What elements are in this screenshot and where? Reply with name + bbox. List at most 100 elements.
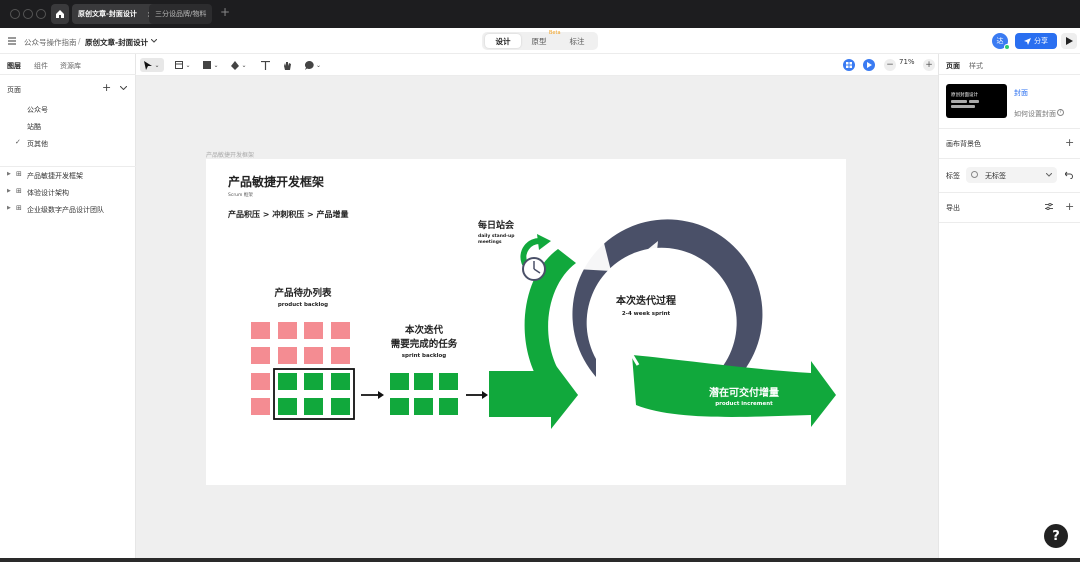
title-bar: 原创文章-封面设计 × 三分设品牌/物料 +: [0, 0, 1080, 28]
tab-assets[interactable]: 资源库: [60, 61, 81, 71]
tab-label: 原创文章-封面设计: [78, 10, 137, 18]
text-tool[interactable]: [258, 58, 272, 72]
chevron-down-icon[interactable]: [151, 39, 157, 43]
sprint-item: [390, 398, 409, 415]
divider: [939, 222, 1080, 223]
tag-label: 标签: [946, 172, 960, 180]
tag-select[interactable]: 无标签: [966, 167, 1057, 183]
left-panel: 图层 组件 资源库 页面 + 公众号 站酷 ✓ 页其他 ▶ ⊞ 产品敏捷开发框架…: [0, 54, 136, 562]
tab-prototype[interactable]: 原型: [524, 34, 554, 48]
divider: [939, 158, 1080, 159]
add-export-button[interactable]: +: [1065, 200, 1074, 213]
settings-sliders-icon[interactable]: [1045, 203, 1053, 210]
add-page-button[interactable]: +: [102, 81, 111, 94]
backlog-item-selected: [278, 373, 297, 390]
backlog-subtitle: product backlog: [278, 302, 328, 308]
tab-other-file[interactable]: 三分设品牌/物料: [149, 4, 213, 24]
cover-label[interactable]: 封面: [1014, 88, 1028, 98]
canvas[interactable]: 产品敏捷开发框架 产品敏捷开发框架 Scrum 框架 产品积压 > 冲刺积压 >…: [136, 76, 938, 562]
rectangle-icon: [203, 61, 212, 69]
sprint-item: [439, 373, 458, 390]
backlog-item: [278, 322, 297, 339]
expand-arrow-icon[interactable]: ▶: [7, 205, 11, 211]
zoom-level[interactable]: 71%: [899, 58, 915, 66]
window-minimize-button[interactable]: [23, 9, 33, 19]
play-icon: [867, 62, 872, 68]
select-tool[interactable]: ⌄: [140, 58, 164, 72]
frame-icon: ⊞: [16, 187, 22, 195]
breadcrumb-project[interactable]: 公众号操作指南: [24, 37, 77, 48]
circle-icon: [971, 171, 978, 178]
beta-badge: Beta: [549, 30, 561, 36]
rectangle-tool[interactable]: ⌄: [200, 58, 222, 72]
add-background-button[interactable]: +: [1065, 136, 1074, 149]
window-maximize-button[interactable]: [36, 9, 46, 19]
frame-tool[interactable]: ⌄: [172, 58, 194, 72]
chevron-down-icon[interactable]: [120, 86, 127, 90]
tab-current-file[interactable]: 原创文章-封面设计 ×: [72, 4, 160, 24]
send-icon: [1024, 37, 1031, 45]
pen-tool[interactable]: ⌄: [228, 58, 250, 72]
sprint-title-2: 需要完成的任务: [391, 338, 458, 350]
scrum-diagram: 产品敏捷开发框架 Scrum 框架 产品积压 > 冲刺积压 > 产品增量 产品待…: [228, 174, 836, 429]
tab-design[interactable]: 设计: [485, 34, 521, 48]
cover-help-link[interactable]: 如何设置封面: [1014, 109, 1056, 119]
backlog-title: 产品待办列表: [274, 287, 332, 299]
undo-icon[interactable]: [1065, 171, 1073, 179]
page-item-active[interactable]: 页其他: [27, 139, 48, 149]
hand-tool[interactable]: [280, 58, 294, 72]
new-tab-button[interactable]: +: [220, 5, 230, 19]
help-icon[interactable]: ?: [1057, 109, 1064, 116]
help-button[interactable]: ?: [1044, 524, 1068, 548]
toolbar: ⌄ ⌄ ⌄ ⌄ ⌄ − 71% +: [136, 54, 938, 76]
product-backlog-grid: [251, 322, 355, 420]
tab-annotate[interactable]: 标注: [560, 34, 594, 48]
play-button[interactable]: [1061, 33, 1077, 49]
chevron-down-icon: [1046, 173, 1052, 177]
tab-components[interactable]: 组件: [34, 61, 48, 71]
divider: [0, 74, 136, 75]
present-button[interactable]: [863, 59, 875, 71]
expand-arrow-icon[interactable]: ▶: [7, 171, 11, 177]
tab-style[interactable]: 样式: [969, 61, 983, 71]
iteration-title: 本次迭代过程: [616, 294, 676, 307]
backlog-item: [331, 347, 350, 364]
expand-arrow-icon[interactable]: ▶: [7, 188, 11, 194]
share-label: 分享: [1034, 37, 1048, 45]
divider: [0, 166, 136, 167]
arrow-right: [361, 391, 384, 399]
zoom-in-button[interactable]: +: [923, 59, 935, 71]
backlog-item-selected: [304, 373, 323, 390]
inspect-button[interactable]: [843, 59, 855, 71]
cover-thumbnail[interactable]: 原创封面设计: [946, 84, 1007, 118]
canvas-bg-label: 画布背景色: [946, 140, 981, 148]
window-close-button[interactable]: [10, 9, 20, 19]
home-tab[interactable]: [51, 4, 69, 24]
clock-icon: [520, 234, 552, 281]
divider: [939, 128, 1080, 129]
increment-subtitle: product increment: [715, 401, 773, 407]
frame-label[interactable]: 产品敏捷开发框架: [206, 150, 254, 159]
comment-icon: [304, 60, 314, 70]
sprint-title-1: 本次迭代: [405, 324, 444, 336]
sprint-subtitle: sprint backlog: [402, 353, 446, 359]
daily-title: 每日站会: [478, 219, 515, 231]
pen-icon: [231, 60, 240, 70]
backlog-item: [278, 347, 297, 364]
daily-subtitle-1: daily stand-up: [478, 233, 515, 239]
zoom-out-button[interactable]: −: [884, 59, 896, 71]
breadcrumb-file[interactable]: 原创文章-封面设计: [85, 37, 148, 48]
menu-icon[interactable]: [8, 37, 16, 45]
diagram-title: 产品敏捷开发框架: [228, 174, 324, 189]
share-button[interactable]: 分享: [1015, 33, 1057, 49]
tab-page[interactable]: 页面: [946, 61, 960, 71]
play-icon: [1065, 37, 1073, 45]
comment-tool[interactable]: ⌄: [302, 58, 324, 72]
cursor-icon: [144, 60, 153, 70]
page-item[interactable]: 公众号: [27, 105, 48, 115]
mode-switch: 设计 原型 标注: [482, 32, 598, 50]
artboard-frame[interactable]: 产品敏捷开发框架 Scrum 框架 产品积压 > 冲刺积压 > 产品增量 产品待…: [206, 159, 846, 485]
page-item[interactable]: 站酷: [27, 122, 41, 132]
tab-layers[interactable]: 图层: [7, 61, 21, 71]
sprint-item: [414, 373, 433, 390]
